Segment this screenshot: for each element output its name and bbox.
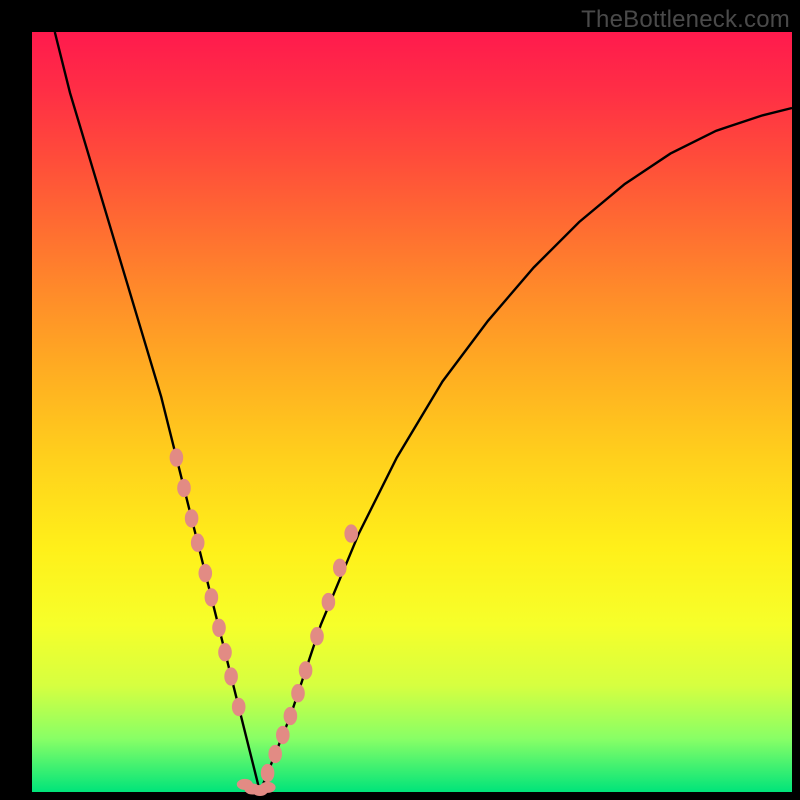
data-point bbox=[218, 643, 232, 661]
data-point bbox=[284, 707, 298, 725]
plot-area bbox=[32, 32, 792, 792]
data-point bbox=[322, 593, 336, 611]
data-point bbox=[185, 509, 199, 527]
data-point bbox=[232, 698, 246, 716]
data-point bbox=[224, 667, 238, 685]
right-branch-dots bbox=[261, 524, 358, 782]
data-point bbox=[170, 448, 184, 466]
data-point bbox=[276, 726, 290, 744]
bottleneck-curve-svg bbox=[32, 32, 792, 792]
data-point bbox=[268, 745, 282, 763]
watermark-text: TheBottleneck.com bbox=[581, 6, 790, 34]
data-point bbox=[299, 661, 313, 679]
data-point bbox=[205, 588, 219, 606]
bottleneck-curve bbox=[55, 32, 792, 792]
data-point bbox=[177, 479, 191, 497]
data-point bbox=[344, 524, 358, 542]
data-point bbox=[310, 627, 324, 645]
data-point bbox=[199, 564, 213, 582]
trough-point bbox=[260, 782, 276, 793]
data-point bbox=[291, 684, 305, 702]
data-point bbox=[333, 559, 347, 577]
data-point bbox=[261, 764, 275, 782]
chart-frame: TheBottleneck.com bbox=[0, 0, 800, 800]
data-point bbox=[191, 534, 205, 552]
data-point bbox=[212, 619, 226, 637]
